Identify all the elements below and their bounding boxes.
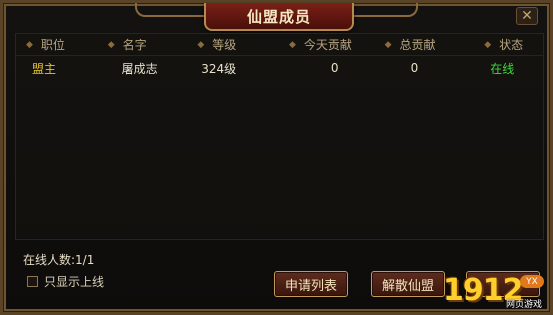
table-row[interactable]: 盟主 屠成志 324级 0 0 在线: [16, 56, 543, 80]
column-header-status[interactable]: ◆ 状态: [478, 36, 543, 53]
members-table: ◆ 职位 ◆ 名字 ◆ 等级 ◆ 今天贡献 ◆ 总贡献 ◆ 状态 盟主 屠成志 …: [15, 33, 544, 240]
column-header-level[interactable]: ◆ 等级: [191, 36, 283, 53]
diamond-icon: ◆: [484, 39, 492, 50]
diamond-icon: ◆: [107, 39, 115, 50]
member-level: 324级: [201, 61, 237, 76]
only-online-label: 只显示上线: [44, 275, 105, 289]
column-header-rank[interactable]: ◆ 职位: [16, 36, 102, 53]
logo-subtitle: 网页游戏: [505, 300, 542, 310]
column-header-name[interactable]: ◆ 名字: [102, 36, 192, 53]
diamond-icon: ◆: [288, 39, 296, 50]
disband-guild-button[interactable]: 解散仙盟: [371, 271, 445, 297]
title-ornament-right: [348, 3, 418, 17]
site-logo: 1912 YX 网页游戏: [443, 273, 548, 315]
column-header-today-contribution[interactable]: ◆ 今天贡献: [283, 36, 379, 53]
online-count: 在线人数:1/1: [23, 253, 95, 267]
member-status: 在线: [490, 61, 515, 76]
only-online-checkbox[interactable]: [27, 276, 38, 287]
diamond-icon: ◆: [26, 39, 33, 50]
diamond-icon: ◆: [197, 39, 205, 50]
only-online-toggle[interactable]: 只显示上线: [27, 273, 104, 290]
guild-members-window: 仙盟成员 ✕ ◆ 职位 ◆ 名字 ◆ 等级 ◆ 今天贡献 ◆ 总贡献 ◆ 状态 …: [0, 0, 553, 315]
member-name: 屠成志: [121, 61, 158, 76]
window-title: 仙盟成员: [246, 7, 311, 26]
logo-badge: YX: [520, 275, 544, 288]
window-title-plate: 仙盟成员: [204, 3, 354, 31]
table-header-row: ◆ 职位 ◆ 名字 ◆ 等级 ◆ 今天贡献 ◆ 总贡献 ◆ 状态: [16, 34, 543, 56]
diamond-icon: ◆: [384, 39, 392, 50]
column-header-total-contribution[interactable]: ◆ 总贡献: [379, 36, 479, 53]
apply-list-button[interactable]: 申请列表: [274, 271, 348, 297]
title-ornament-left: [135, 3, 205, 17]
close-icon: ✕: [521, 8, 533, 24]
member-rank: 盟主: [32, 61, 57, 76]
member-today-contribution: 0: [330, 61, 339, 75]
member-total-contribution: 0: [410, 61, 419, 75]
close-button[interactable]: ✕: [516, 7, 538, 25]
